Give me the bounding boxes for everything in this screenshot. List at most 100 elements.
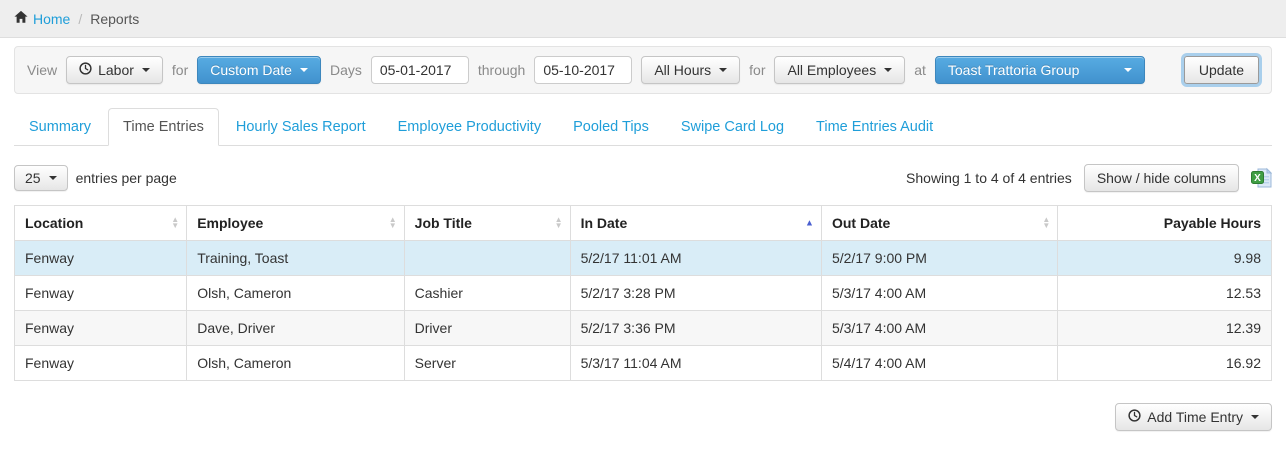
- employees-dropdown[interactable]: All Employees: [774, 56, 906, 84]
- tab-time-entries-audit[interactable]: Time Entries Audit: [801, 108, 948, 146]
- breadcrumb-home-label[interactable]: Home: [33, 11, 70, 27]
- cell-out-date: 5/4/17 4:00 AM: [820, 345, 1058, 381]
- column-label: Location: [25, 215, 84, 231]
- chevron-down-icon: [884, 68, 893, 72]
- cell-job-title: Driver: [403, 310, 571, 346]
- breadcrumb: Home / Reports: [0, 0, 1286, 38]
- at-label: at: [914, 62, 926, 78]
- chevron-down-icon: [1123, 68, 1132, 72]
- cell-in-date: 5/2/17 11:01 AM: [569, 240, 822, 276]
- entries-per-page-label: entries per page: [75, 170, 177, 186]
- cell-location: Fenway: [14, 240, 187, 276]
- report-tabs: Summary Time Entries Hourly Sales Report…: [14, 108, 1272, 146]
- for-label-2: for: [749, 62, 766, 78]
- tab-summary[interactable]: Summary: [14, 108, 106, 146]
- tab-hourly-sales-report[interactable]: Hourly Sales Report: [221, 108, 381, 146]
- update-button[interactable]: Update: [1183, 56, 1259, 84]
- date-range-dropdown[interactable]: Custom Date: [197, 56, 321, 84]
- report-filter-bar: View Labor for Custom Date Days through …: [14, 46, 1272, 94]
- hours-label: All Hours: [654, 62, 712, 78]
- chevron-down-icon: [141, 68, 150, 72]
- cell-payable-hours: 12.53: [1057, 275, 1272, 311]
- update-button-label: Update: [1198, 62, 1244, 78]
- table-row[interactable]: Fenway Olsh, Cameron Cashier 5/2/17 3:28…: [14, 275, 1272, 311]
- cell-employee: Olsh, Cameron: [186, 345, 405, 381]
- breadcrumb-separator: /: [78, 10, 83, 27]
- svg-text:X: X: [1254, 173, 1261, 184]
- cell-employee: Olsh, Cameron: [186, 275, 405, 311]
- column-header-in-date[interactable]: In Date ▲: [569, 205, 822, 241]
- column-label: In Date: [580, 215, 628, 231]
- column-header-job-title[interactable]: Job Title ▲ ▼: [403, 205, 571, 241]
- column-label: Job Title: [414, 215, 472, 231]
- page-size-dropdown[interactable]: 25: [14, 165, 68, 191]
- cell-job-title: Server: [403, 345, 571, 381]
- cell-in-date: 5/2/17 3:28 PM: [569, 275, 822, 311]
- cell-employee: Dave, Driver: [186, 310, 405, 346]
- sort-icon: ▲ ▼: [171, 215, 180, 230]
- cell-out-date: 5/3/17 4:00 AM: [820, 275, 1058, 311]
- sort-ascending-icon: ▲: [805, 217, 814, 228]
- table-header-row: Location ▲ ▼ Employee ▲ ▼ Job Title ▲ ▼ In …: [14, 205, 1272, 241]
- chevron-down-icon: [299, 68, 308, 72]
- table-footer: Add Time Entry: [14, 403, 1272, 431]
- column-header-out-date[interactable]: Out Date ▲ ▼: [820, 205, 1058, 241]
- cell-in-date: 5/2/17 3:36 PM: [569, 310, 822, 346]
- column-header-employee[interactable]: Employee ▲ ▼: [186, 205, 405, 241]
- column-label: Employee: [197, 215, 264, 231]
- breadcrumb-home-link[interactable]: Home: [14, 10, 70, 27]
- view-type-label: Labor: [98, 62, 134, 78]
- tab-swipe-card-log[interactable]: Swipe Card Log: [666, 108, 799, 146]
- show-hide-columns-label: Show / hide columns: [1096, 170, 1226, 186]
- cell-location: Fenway: [14, 275, 187, 311]
- page-size-value: 25: [25, 170, 41, 186]
- cell-employee: Training, Toast: [186, 240, 405, 276]
- view-label: View: [27, 62, 58, 78]
- end-date-input[interactable]: [534, 56, 633, 84]
- column-label: Out Date: [831, 215, 891, 231]
- cell-job-title: Cashier: [403, 275, 571, 311]
- view-type-dropdown[interactable]: Labor: [66, 56, 163, 84]
- table-controls-right: Showing 1 to 4 of 4 entries Show / hide …: [906, 164, 1272, 192]
- sort-icon: ▲ ▼: [554, 215, 563, 230]
- column-label: Payable Hours: [1163, 215, 1261, 231]
- sort-icon: ▲ ▼: [1042, 215, 1051, 230]
- through-label: through: [477, 62, 526, 78]
- add-time-entry-label: Add Time Entry: [1147, 409, 1243, 425]
- days-label: Days: [329, 62, 362, 78]
- table-row[interactable]: Fenway Olsh, Cameron Server 5/3/17 11:04…: [14, 345, 1272, 381]
- cell-in-date: 5/3/17 11:04 AM: [569, 345, 822, 381]
- cell-payable-hours: 16.92: [1057, 345, 1272, 381]
- add-time-entry-button[interactable]: Add Time Entry: [1115, 403, 1272, 431]
- cell-out-date: 5/3/17 4:00 AM: [820, 310, 1058, 346]
- clock-icon: [79, 62, 92, 78]
- cell-location: Fenway: [14, 345, 187, 381]
- sort-icon: ▲ ▼: [388, 215, 397, 230]
- start-date-input[interactable]: [370, 56, 469, 84]
- cell-payable-hours: 9.98: [1057, 240, 1272, 276]
- chevron-down-icon: [719, 68, 728, 72]
- restaurant-select[interactable]: Toast Trattoria Group: [934, 56, 1145, 84]
- table-row[interactable]: Fenway Training, Toast 5/2/17 11:01 AM 5…: [14, 240, 1272, 276]
- table-row[interactable]: Fenway Dave, Driver Driver 5/2/17 3:36 P…: [14, 310, 1272, 346]
- cell-payable-hours: 12.39: [1057, 310, 1272, 346]
- column-header-payable-hours[interactable]: Payable Hours: [1057, 205, 1272, 241]
- tab-pooled-tips[interactable]: Pooled Tips: [558, 108, 664, 146]
- restaurant-select-value: Toast Trattoria Group: [947, 62, 1080, 78]
- cell-location: Fenway: [14, 310, 187, 346]
- for-label: for: [171, 62, 189, 78]
- tab-time-entries[interactable]: Time Entries: [108, 108, 219, 146]
- employees-label: All Employees: [787, 62, 877, 78]
- excel-export-icon[interactable]: X: [1251, 167, 1272, 189]
- cell-job-title: [403, 240, 571, 276]
- column-header-location[interactable]: Location ▲ ▼: [14, 205, 187, 241]
- clock-icon: [1128, 409, 1141, 425]
- hours-dropdown[interactable]: All Hours: [641, 56, 741, 84]
- tab-employee-productivity[interactable]: Employee Productivity: [383, 108, 556, 146]
- show-hide-columns-button[interactable]: Show / hide columns: [1083, 164, 1239, 192]
- home-icon: [14, 10, 28, 27]
- cell-out-date: 5/2/17 9:00 PM: [820, 240, 1058, 276]
- time-entries-table: Location ▲ ▼ Employee ▲ ▼ Job Title ▲ ▼ In …: [14, 205, 1272, 381]
- date-range-label: Custom Date: [210, 62, 292, 78]
- chevron-down-icon: [48, 176, 57, 180]
